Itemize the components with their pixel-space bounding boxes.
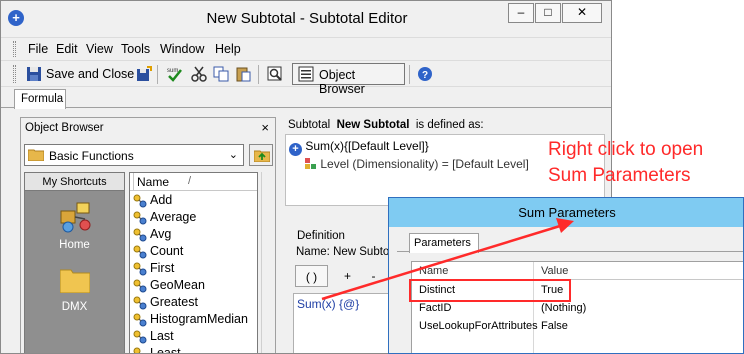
menu-tools[interactable]: Tools: [121, 42, 150, 56]
table-row[interactable]: UseLookupForAttributes False: [412, 317, 743, 335]
function-category-select[interactable]: Basic Functions ⌄: [24, 144, 244, 166]
toolbar-separator: [409, 65, 410, 84]
object-browser-title: Object Browser: [25, 122, 104, 134]
paste-icon[interactable]: [235, 66, 251, 82]
help-icon[interactable]: ?: [417, 66, 433, 82]
cut-icon[interactable]: [191, 66, 207, 82]
list-item[interactable]: Avg: [133, 226, 257, 243]
tab-formula[interactable]: Formula: [14, 89, 66, 109]
menu-window[interactable]: Window: [160, 42, 204, 56]
sort-indicator-icon: /: [188, 175, 192, 187]
tab-strip: Formula: [1, 88, 611, 109]
list-header[interactable]: Name /: [130, 173, 257, 191]
object-browser-button[interactable]: Object Browser: [292, 63, 405, 96]
folder-icon: [28, 149, 44, 161]
definition-root-node[interactable]: + Sum(x){[Default Level]}: [289, 139, 429, 156]
dialog-title: Sum Parameters: [518, 205, 616, 220]
list-item[interactable]: Add: [133, 192, 257, 209]
name-column-header[interactable]: Name: [419, 265, 448, 277]
inspect-icon[interactable]: [267, 66, 283, 82]
list-item[interactable]: GeoMean: [133, 277, 257, 294]
sum-parameters-dialog: Sum Parameters Parameters Name Value Dis…: [388, 197, 744, 354]
menubar-grip[interactable]: [13, 41, 16, 57]
toolbar-separator: [258, 65, 259, 84]
copy-icon[interactable]: [213, 66, 229, 82]
shortcut-home-label[interactable]: Home: [25, 239, 124, 251]
svg-text:sum: sum: [167, 68, 178, 74]
shortcut-dmx-label[interactable]: DMX: [25, 301, 124, 313]
tab-parameters[interactable]: Parameters: [409, 233, 479, 253]
toolbar: Save and Close sum Object Browser ?: [1, 60, 611, 96]
folder-up-icon: [254, 150, 270, 162]
list-item[interactable]: First: [133, 260, 257, 277]
menu-edit[interactable]: Edit: [56, 42, 78, 56]
menu-file[interactable]: File: [28, 42, 48, 56]
minus-operator-button[interactable]: -: [357, 265, 390, 287]
function-list: Name / Add Average Avg Count First GeoMean Gre…: [129, 172, 258, 353]
function-icon: [133, 279, 147, 293]
function-icon: [133, 262, 147, 276]
object-browser-icon: [298, 66, 314, 82]
minimize-button[interactable]: –: [508, 3, 534, 23]
save-all-icon[interactable]: [136, 66, 152, 82]
function-icon: [133, 330, 147, 344]
my-shortcuts-pane: My Shortcuts Home DMX: [24, 172, 125, 353]
formula-text[interactable]: Sum(x) {@}: [297, 297, 359, 311]
function-icon: [133, 313, 147, 327]
distinct-row-highlight: [409, 279, 571, 302]
name-column-header[interactable]: Name: [137, 175, 169, 189]
chevron-down-icon: ⌄: [228, 149, 238, 161]
list-item[interactable]: Count: [133, 243, 257, 260]
list-item[interactable]: Least: [133, 345, 257, 353]
object-browser-panel: Object Browser × Basic Functions ⌄ My Sh…: [20, 117, 276, 353]
save-and-close-button[interactable]: Save and Close: [46, 67, 134, 81]
function-category-value: Basic Functions: [49, 149, 134, 163]
close-panel-icon[interactable]: ×: [261, 120, 269, 135]
plus-icon: +: [289, 143, 302, 156]
dialog-tab-strip: Parameters: [397, 232, 743, 253]
menu-view[interactable]: View: [86, 42, 113, 56]
formula-editor[interactable]: Sum(x) {@}: [293, 293, 393, 353]
menu-bar: File Edit View Tools Window Help: [1, 37, 611, 59]
parentheses-button[interactable]: ( ): [295, 265, 328, 287]
home-shortcut-icon[interactable]: [59, 199, 93, 233]
title-bar: + New Subtotal - Subtotal Editor – □ ✕: [1, 1, 611, 35]
vertical-scrollbar[interactable]: [261, 172, 274, 353]
function-icon: [133, 296, 147, 310]
dialog-title-bar: Sum Parameters: [389, 198, 743, 227]
function-icon: [133, 228, 147, 242]
grid-header: Name Value: [412, 262, 743, 280]
subtotal-name: New Subtotal: [336, 119, 410, 131]
toolbar-grip[interactable]: [13, 65, 16, 83]
close-window-button[interactable]: ✕: [562, 3, 602, 23]
menu-help[interactable]: Help: [215, 42, 241, 56]
list-item[interactable]: Greatest: [133, 294, 257, 311]
definition-section-label: Definition: [297, 230, 345, 242]
function-icon: [133, 194, 147, 208]
svg-text:?: ?: [422, 70, 428, 81]
my-shortcuts-header[interactable]: My Shortcuts: [25, 173, 124, 191]
maximize-button[interactable]: □: [535, 3, 561, 23]
folder-up-button[interactable]: [249, 144, 273, 166]
toolbar-separator: [157, 65, 158, 84]
function-icon: [133, 245, 147, 259]
definition-name-line: Name: New Subtot: [296, 246, 393, 258]
dmx-folder-icon[interactable]: [60, 267, 90, 293]
save-icon[interactable]: [26, 66, 42, 82]
level-icon: [305, 158, 316, 169]
level-dimensionality-node[interactable]: Level (Dimensionality) = [Default Level]: [304, 157, 529, 171]
definition-heading: Subtotal New Subtotal is defined as:: [288, 119, 484, 131]
function-icon: [133, 347, 141, 353]
list-item[interactable]: HistogramMedian: [133, 311, 257, 328]
value-column-header[interactable]: Value: [541, 265, 568, 277]
annotation-text: Right click to open Sum Parameters: [548, 139, 704, 186]
list-item[interactable]: Average: [133, 209, 257, 226]
sum-check-icon[interactable]: sum: [167, 66, 183, 82]
function-icon: [133, 211, 147, 225]
parameters-grid: Name Value Distinct True FactID (Nothing…: [411, 261, 743, 353]
list-item[interactable]: Last: [133, 328, 257, 345]
